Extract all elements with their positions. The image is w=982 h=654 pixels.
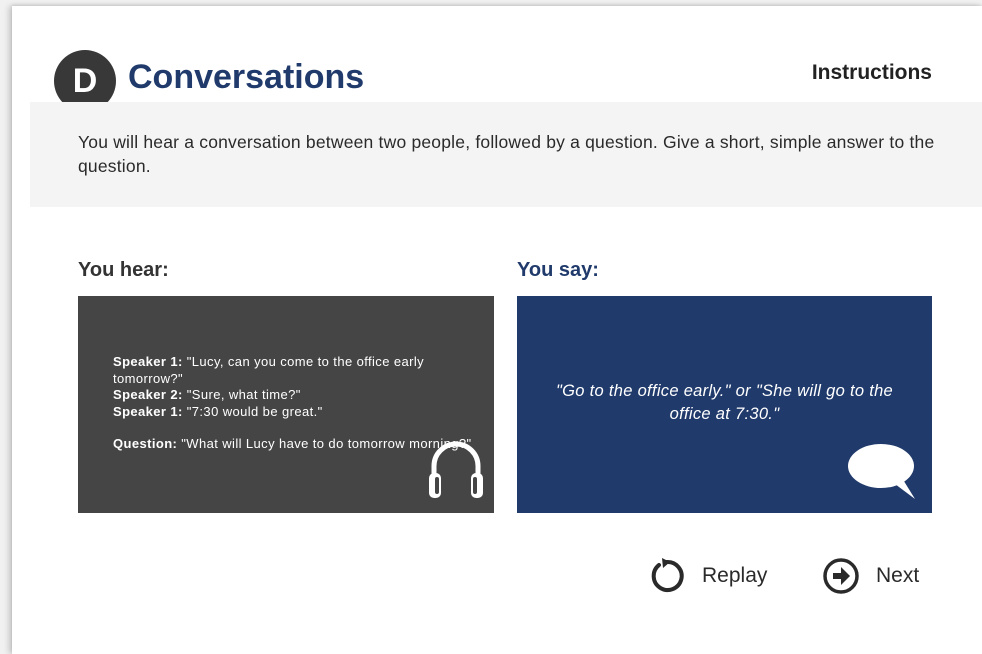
speaker-quote: "Sure, what time?" xyxy=(182,387,301,402)
speaker-label: Speaker 1: xyxy=(113,403,183,419)
speaker-label: Speaker 2: xyxy=(113,387,183,402)
instructions-text: You will hear a conversation between two… xyxy=(78,132,935,176)
next-button[interactable]: Next xyxy=(822,556,919,596)
you-hear-label: You hear: xyxy=(78,259,169,281)
conversation-transcript: Speaker 1: "Lucy, can you come to the of… xyxy=(113,354,473,453)
question-line: Question: "What will Lucy have to do tom… xyxy=(113,436,473,453)
lesson-card: D Conversations Instructions You will he… xyxy=(12,6,982,654)
instructions-box: You will hear a conversation between two… xyxy=(30,102,982,207)
you-say-panel: "Go to the office early." or "She will g… xyxy=(517,296,932,513)
replay-icon xyxy=(651,558,684,592)
transcript-line: Speaker 2: "Sure, what time?" xyxy=(113,387,473,404)
replay-label: Replay xyxy=(702,564,768,587)
next-label: Next xyxy=(876,564,920,587)
speaker-quote: "7:30 would be great." xyxy=(182,403,323,419)
you-hear-panel: Speaker 1: "Lucy, can you come to the of… xyxy=(78,296,494,513)
answer-text: "Go to the office early." or "She will g… xyxy=(555,382,894,423)
headphones-icon xyxy=(429,441,483,498)
question-label: Question: xyxy=(113,436,178,451)
transcript-line: Speaker 1: "Lucy, can you come to the of… xyxy=(113,354,473,387)
replay-button[interactable]: Replay xyxy=(648,556,767,596)
you-say-label: You say: xyxy=(517,259,599,281)
page-title: Conversations xyxy=(128,58,365,96)
speech-bubble-icon xyxy=(848,444,915,499)
next-arrow-icon xyxy=(823,558,859,594)
instructions-label: Instructions xyxy=(811,61,932,84)
transcript-line: Speaker 1: "7:30 would be great." xyxy=(113,404,473,421)
speaker-label: Speaker 1: xyxy=(113,354,183,369)
